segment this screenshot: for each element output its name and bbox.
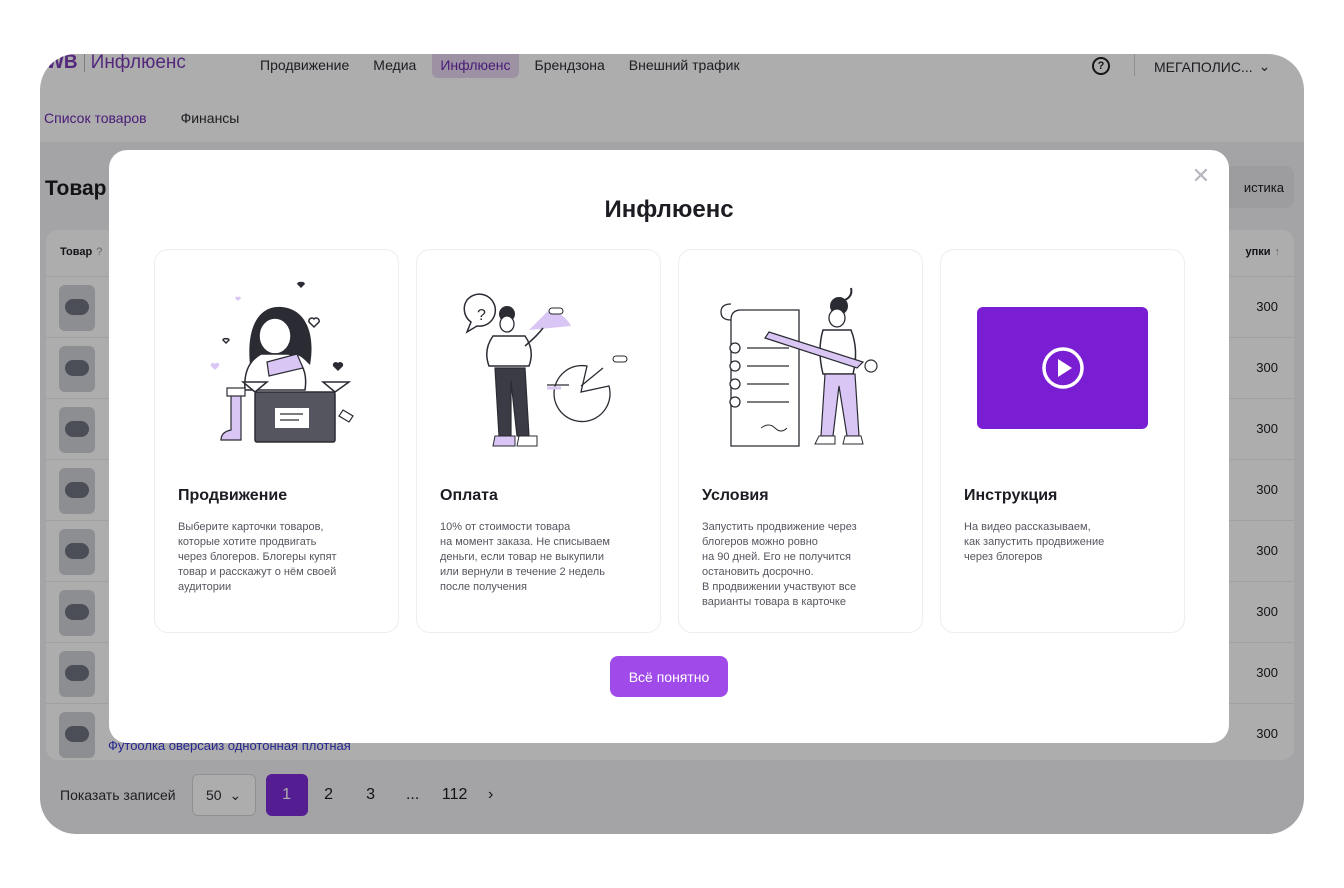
info-card-payment: ? Оплата 10% от стоимости товара на моме… — [416, 249, 661, 633]
modal-title: Инфлюенс — [604, 196, 734, 223]
video-player[interactable] — [977, 307, 1148, 429]
svg-text:?: ? — [477, 307, 486, 324]
card-title: Условия — [702, 487, 769, 504]
info-card-promotion: Продвижение Выберите карточки товаров, к… — [154, 249, 399, 633]
influence-modal: ✕ Инфлюенс Продвижение Выберите карточки… — [109, 150, 1229, 743]
info-card-instruction: Инструкция На видео рассказываем, как за… — [940, 249, 1185, 633]
card-text: 10% от стоимости товара на момент заказа… — [440, 521, 610, 593]
woman-with-checklist-illustration — [720, 287, 878, 447]
card-title: Инструкция — [964, 487, 1058, 504]
card-text: Запустить продвижение через блогеров мож… — [702, 521, 857, 608]
info-card-conditions: Условия Запустить продвижение через блог… — [678, 249, 923, 633]
card-text: Выберите карточки товаров, которые хотит… — [178, 521, 337, 593]
close-icon[interactable]: ✕ — [1191, 165, 1211, 187]
card-text: На видео рассказываем, как запустить про… — [964, 521, 1105, 563]
play-icon[interactable] — [1041, 346, 1085, 390]
girl-with-box-illustration — [210, 281, 354, 443]
card-title: Продвижение — [178, 487, 288, 504]
card-title: Оплата — [440, 487, 498, 504]
got-it-button[interactable]: Всё понятно — [610, 656, 728, 697]
man-with-pie-chart-illustration: ? — [463, 293, 628, 447]
